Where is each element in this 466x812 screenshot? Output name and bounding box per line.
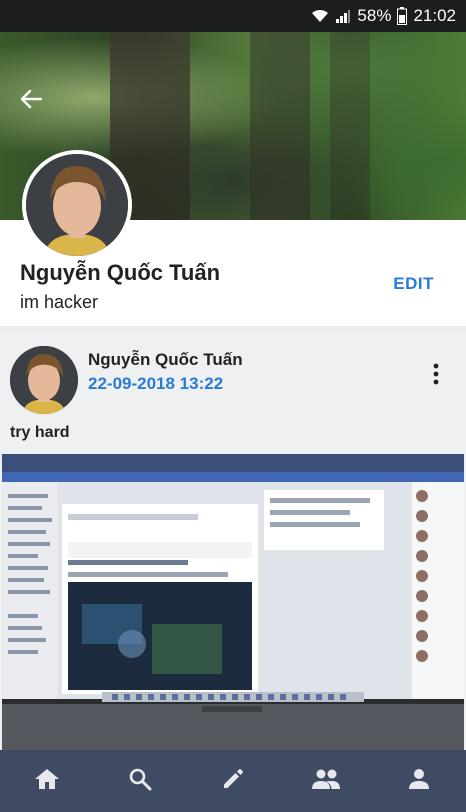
post-card: Nguyễn Quốc Tuấn 22-09-2018 13:22 try ha… <box>0 332 466 750</box>
home-icon <box>34 767 60 796</box>
nav-home[interactable] <box>17 750 77 812</box>
wifi-icon <box>311 8 329 24</box>
profile-name: Nguyễn Quốc Tuấn <box>20 260 221 285</box>
bottom-navigation <box>0 750 466 812</box>
signal-icon <box>335 8 351 24</box>
edit-pencil-icon <box>221 767 245 796</box>
post-image[interactable] <box>2 454 464 750</box>
nav-create-post[interactable] <box>203 750 263 812</box>
battery-percent: 58% <box>357 6 392 25</box>
status-time: 21:02 <box>413 6 456 25</box>
profile-avatar[interactable] <box>22 150 132 260</box>
nav-profile[interactable] <box>389 750 449 812</box>
nav-friends[interactable] <box>296 750 356 812</box>
post-text: try hard <box>10 424 70 441</box>
post-author-name[interactable]: Nguyễn Quốc Tuấn <box>88 350 243 370</box>
post-author-avatar[interactable] <box>10 346 78 414</box>
battery-icon <box>397 7 408 25</box>
back-button[interactable] <box>14 86 48 116</box>
person-icon <box>408 768 430 795</box>
arrow-left-icon <box>20 89 43 114</box>
profile-bio: im hacker <box>20 292 99 312</box>
post-timestamp: 22-09-2018 13:22 <box>88 374 224 393</box>
search-icon <box>128 767 152 796</box>
post-more-button[interactable] <box>424 362 448 390</box>
people-icon <box>311 768 341 795</box>
edit-profile-button[interactable]: EDIT <box>393 274 434 294</box>
status-bar: 58% 21:02 <box>0 0 466 32</box>
nav-search[interactable] <box>110 750 170 812</box>
more-vertical-icon <box>433 363 439 390</box>
